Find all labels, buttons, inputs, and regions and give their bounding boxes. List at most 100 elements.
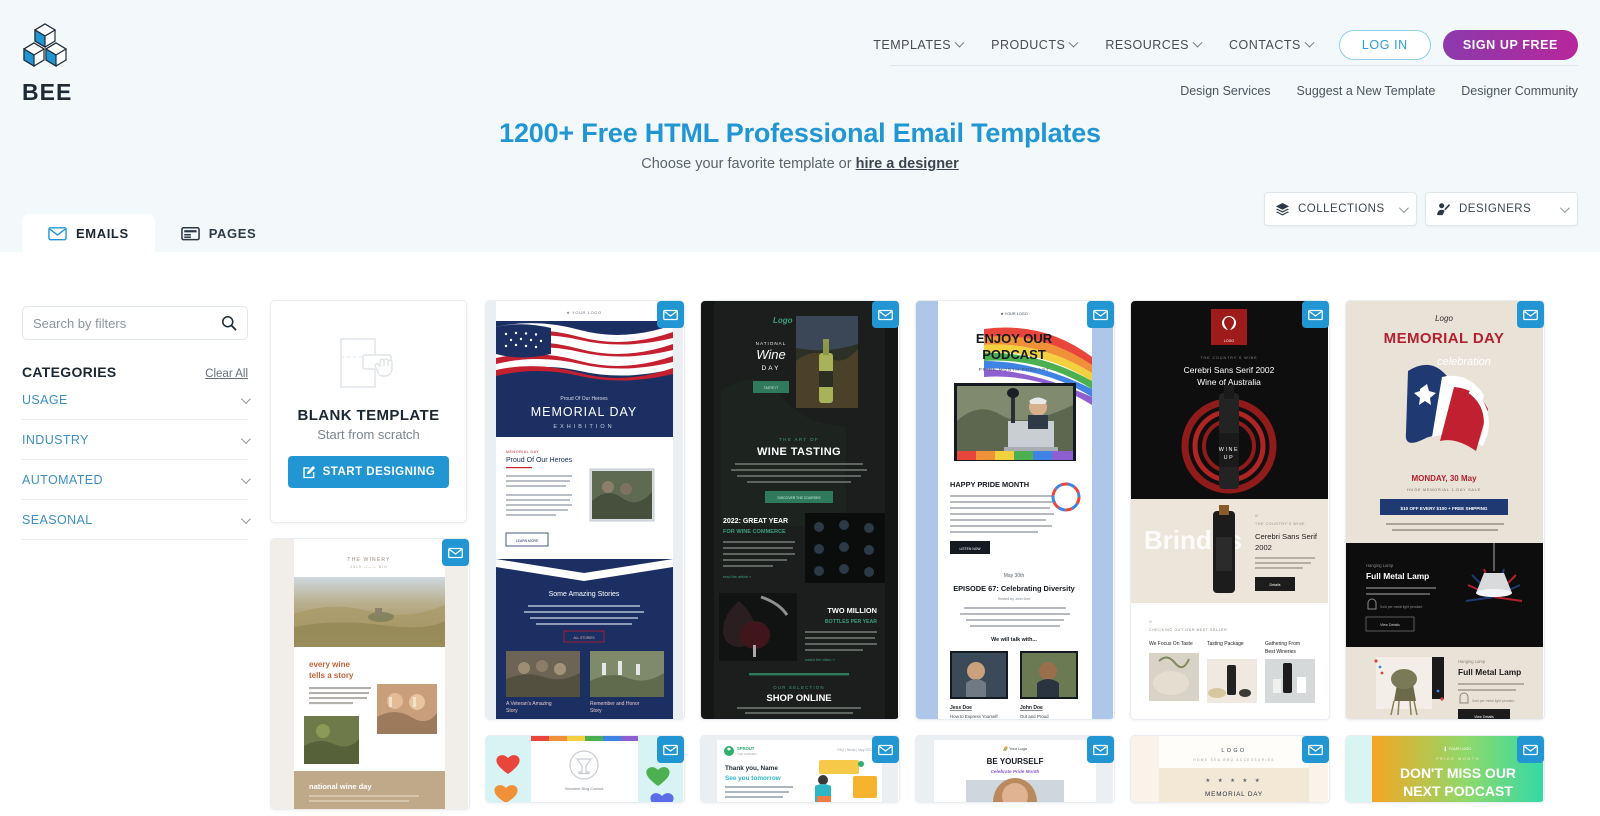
primary-nav: TEMPLATES PRODUCTS RESOURCES CONTACTS LO… <box>859 30 1578 60</box>
subnav-item-design-services[interactable]: Design Services <box>1180 84 1270 98</box>
category-label: USAGE <box>22 393 68 407</box>
svg-text:Logo: Logo <box>1435 314 1453 323</box>
brand-logo[interactable]: BEE <box>22 22 142 106</box>
template-card-hearts[interactable]: Volunteer Blog Contact <box>485 735 685 803</box>
tab-label: PAGES <box>208 226 257 241</box>
nav-item-resources[interactable]: RESOURCES <box>1091 32 1215 58</box>
svg-text:DAY: DAY <box>762 365 781 372</box>
collections-dropdown[interactable]: COLLECTIONS <box>1264 192 1417 226</box>
search-input[interactable] <box>33 315 221 331</box>
template-card-winery[interactable]: THE WINERY 2019 ——— BIO every wine tells… <box>270 538 470 810</box>
envelope-badge-icon <box>872 301 899 328</box>
template-preview-wine-day: Logo NATIONAL Wine DAY TASTE IT THE ART … <box>701 301 898 719</box>
envelope-badge-icon <box>1087 301 1114 328</box>
tab-pages[interactable]: PAGES <box>155 214 283 253</box>
category-label: INDUSTRY <box>22 433 89 447</box>
svg-text:ALL STORIES: ALL STORIES <box>573 636 595 640</box>
collections-label: COLLECTIONS <box>1298 203 1385 215</box>
svg-text:LEARN MORE: LEARN MORE <box>516 539 539 543</box>
template-preview-be-yourself: 🌈 Your Logo BE YOURSELF Celebrate Pride … <box>916 736 1113 802</box>
svg-text:THE ART OF: THE ART OF <box>779 437 819 442</box>
gallery-column-5: LOGO THE COUNTRY'S WINE Cerebri Sans Ser… <box>1130 300 1330 810</box>
categories-title: CATEGORIES <box>22 364 117 380</box>
nav-item-templates[interactable]: TEMPLATES <box>859 32 977 58</box>
clear-all-button[interactable]: Clear All <box>205 368 248 380</box>
svg-text:NEXT PODCAST: NEXT PODCAST <box>1403 783 1513 799</box>
template-card-wine-day[interactable]: Logo NATIONAL Wine DAY TASTE IT THE ART … <box>700 300 900 720</box>
blank-template-card[interactable]: BLANK TEMPLATE Start from scratch START … <box>270 300 467 523</box>
svg-text:Cerebri Sans Serif: Cerebri Sans Serif <box>1255 532 1318 541</box>
svg-text:Wine: Wine <box>756 347 786 362</box>
template-card-memorial-logo[interactable]: LOGO HOME SEA BBQ ACCESSORIES ★ ★ ★ ★ ★ … <box>1130 735 1330 803</box>
svg-text:national wine day: national wine day <box>309 782 372 791</box>
svg-text:Full Metal Lamp: Full Metal Lamp <box>1458 667 1521 677</box>
svg-text:Celebrate Pride Month: Celebrate Pride Month <box>991 769 1040 774</box>
svg-text:★ ★ ★ ★ ★: ★ ★ ★ ★ ★ <box>1205 778 1262 784</box>
nav-item-products[interactable]: PRODUCTS <box>977 32 1091 58</box>
brand-name: BEE <box>22 79 73 105</box>
template-card-thank-you[interactable]: SPROUT THE GARDEN FAQ | News | May 2022 … <box>700 735 900 803</box>
svg-text:Hanging Lamp: Hanging Lamp <box>1366 563 1394 568</box>
envelope-badge-icon <box>657 301 684 328</box>
template-card-pride-podcast[interactable]: ★ YOUR LOGO ENJOY OUR PODCAST PRIDE MONT… <box>915 300 1115 720</box>
template-card-wine-australia[interactable]: LOGO THE COUNTRY'S WINE Cerebri Sans Ser… <box>1130 300 1330 720</box>
search-icon[interactable] <box>221 315 237 331</box>
svg-text:watch the video »: watch the video » <box>805 658 835 662</box>
svg-text:DON'T MISS OUR: DON'T MISS OUR <box>1400 765 1516 781</box>
hero-section: 1200+ Free HTML Professional Email Templ… <box>0 118 1600 172</box>
svg-text:Volunteer Blog Contact: Volunteer Blog Contact <box>565 787 605 791</box>
designers-label: DESIGNERS <box>1459 203 1532 215</box>
bee-cubes-logo-icon <box>22 23 68 68</box>
nav-item-label: RESOURCES <box>1105 38 1189 52</box>
page-header: BEE TEMPLATES PRODUCTS RESOURCES CONTACT… <box>0 0 1600 253</box>
svg-text:FAQ | News | May 2022: FAQ | News | May 2022 <box>837 748 873 752</box>
svg-text:HAPPY PRIDE MONTH: HAPPY PRIDE MONTH <box>950 480 1029 489</box>
svg-text:Gathering From: Gathering From <box>1265 641 1300 647</box>
svg-text:WINE: WINE <box>1219 447 1239 453</box>
template-grid: BLANK TEMPLATE Start from scratch START … <box>270 300 1580 810</box>
svg-text:🌈 Your Logo: 🌈 Your Logo <box>1003 746 1028 751</box>
nav-item-contacts[interactable]: CONTACTS <box>1215 32 1327 58</box>
svg-text:$10 OFF EVERY $100 + FREE SHIP: $10 OFF EVERY $100 + FREE SHIPPING <box>1401 506 1488 511</box>
sidebar-item-usage[interactable]: USAGE <box>22 380 251 420</box>
signup-free-button[interactable]: SIGN UP FREE <box>1442 30 1578 60</box>
nav-item-label: TEMPLATES <box>873 38 952 52</box>
sidebar-item-seasonal[interactable]: SEASONAL <box>22 500 251 540</box>
svg-text:every wine: every wine <box>309 660 350 669</box>
svg-text:Out and Proud: Out and Proud <box>1020 714 1049 719</box>
tab-emails[interactable]: EMAILS <box>22 214 155 253</box>
subnav-item-designer-community[interactable]: Designer Community <box>1461 84 1578 98</box>
envelope-badge-icon <box>1302 301 1329 328</box>
template-preview-thank-you: SPROUT THE GARDEN FAQ | News | May 2022 … <box>701 736 898 802</box>
hire-a-designer-link[interactable]: hire a designer <box>856 156 959 172</box>
template-preview-wine-australia: LOGO THE COUNTRY'S WINE Cerebri Sans Ser… <box>1131 301 1328 719</box>
svg-text:View Details: View Details <box>1380 623 1400 627</box>
svg-text:Proud Of Our Heroes: Proud Of Our Heroes <box>560 396 608 402</box>
template-card-next-podcast[interactable]: ▌ YOUR LOGO PRIDE MONTH DON'T MISS OUR N… <box>1345 735 1545 803</box>
svg-text:Cerebri Sans Serif 2002: Cerebri Sans Serif 2002 <box>1184 365 1275 375</box>
designers-dropdown[interactable]: DESIGNERS <box>1425 192 1578 226</box>
svg-text:MEMORIAL DAY: MEMORIAL DAY <box>1205 791 1263 798</box>
chevron-down-icon <box>240 393 251 404</box>
gallery-column-6: Logo MEMORIAL DAY celebration MONDAY, 30… <box>1345 300 1545 810</box>
chevron-down-icon <box>240 513 251 524</box>
template-card-memorial-lamp[interactable]: Logo MEMORIAL DAY celebration MONDAY, 30… <box>1345 300 1545 720</box>
start-designing-button[interactable]: START DESIGNING <box>287 456 450 488</box>
svg-text:We will talk with...: We will talk with... <box>991 637 1037 643</box>
template-card-memorial-exhibition[interactable]: ★ YOUR LOGO Proud Of Our Heroes MEMORIAL… <box>485 300 685 720</box>
secondary-nav: Design Services Suggest a New Template D… <box>1180 84 1578 98</box>
svg-text:TASTE IT: TASTE IT <box>764 386 779 390</box>
svg-text:CHECKING OUT OUR BEST SELLER: CHECKING OUT OUR BEST SELLER <box>1149 628 1227 632</box>
search-filters-box[interactable] <box>22 306 248 340</box>
nav-item-label: CONTACTS <box>1229 38 1301 52</box>
svg-text:celebration: celebration <box>1437 356 1491 368</box>
chevron-down-icon <box>1398 202 1409 213</box>
subnav-item-suggest-template[interactable]: Suggest a New Template <box>1297 84 1436 98</box>
svg-text:THE COUNTRY'S WINE: THE COUNTRY'S WINE <box>1200 356 1257 360</box>
login-button[interactable]: LOG IN <box>1338 30 1431 60</box>
template-card-be-yourself[interactable]: 🌈 Your Logo BE YOURSELF Celebrate Pride … <box>915 735 1115 803</box>
sidebar-item-automated[interactable]: AUTOMATED <box>22 460 251 500</box>
svg-text:May 30th: May 30th <box>1004 573 1025 579</box>
category-label: SEASONAL <box>22 513 93 527</box>
sidebar-item-industry[interactable]: INDUSTRY <box>22 420 251 460</box>
